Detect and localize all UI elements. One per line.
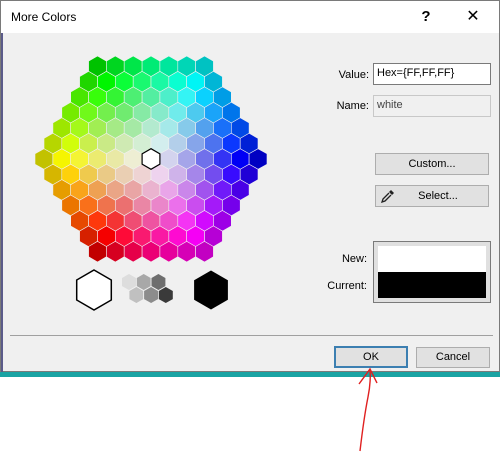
title-bar: More Colors ? ✕: [1, 1, 499, 33]
current-color-swatch: [378, 272, 486, 298]
grayscale-selector[interactable]: [71, 266, 241, 316]
background-edge: [1, 33, 3, 373]
value-label: Value:: [338, 69, 369, 81]
annotation-arrow: [358, 367, 378, 452]
name-field: white: [373, 95, 491, 117]
new-label: New:: [341, 253, 367, 265]
custom-button[interactable]: Custom...: [375, 153, 489, 175]
new-color-swatch: [378, 246, 486, 272]
cancel-button[interactable]: Cancel: [416, 347, 490, 368]
custom-button-label: Custom...: [408, 158, 456, 170]
eyedropper-icon: [380, 190, 394, 204]
gray-swatch[interactable]: [158, 286, 174, 304]
annotation-arrow-shaft: [359, 369, 371, 452]
taskbar-strip: [0, 372, 500, 377]
current-label: Current:: [327, 280, 367, 292]
value-input[interactable]: Hex={FF,FF,FF}: [373, 63, 491, 85]
select-button-label: Select...: [418, 190, 458, 202]
help-button[interactable]: ?: [411, 6, 441, 28]
color-preview: [373, 241, 491, 303]
name-label: Name:: [336, 100, 369, 112]
dialog-title: More Colors: [11, 10, 77, 24]
selected-color-cell[interactable]: [141, 148, 161, 170]
select-button[interactable]: Select...: [375, 185, 489, 207]
annotation-arrow-head: [358, 367, 378, 385]
more-colors-dialog: More Colors ? ✕ Value: Hex={FF,FF,FF} Na…: [0, 0, 500, 373]
gray-swatch-white[interactable]: [75, 269, 113, 311]
close-button[interactable]: ✕: [458, 6, 488, 28]
separator: [10, 335, 493, 336]
gray-swatch-black[interactable]: [193, 269, 229, 311]
